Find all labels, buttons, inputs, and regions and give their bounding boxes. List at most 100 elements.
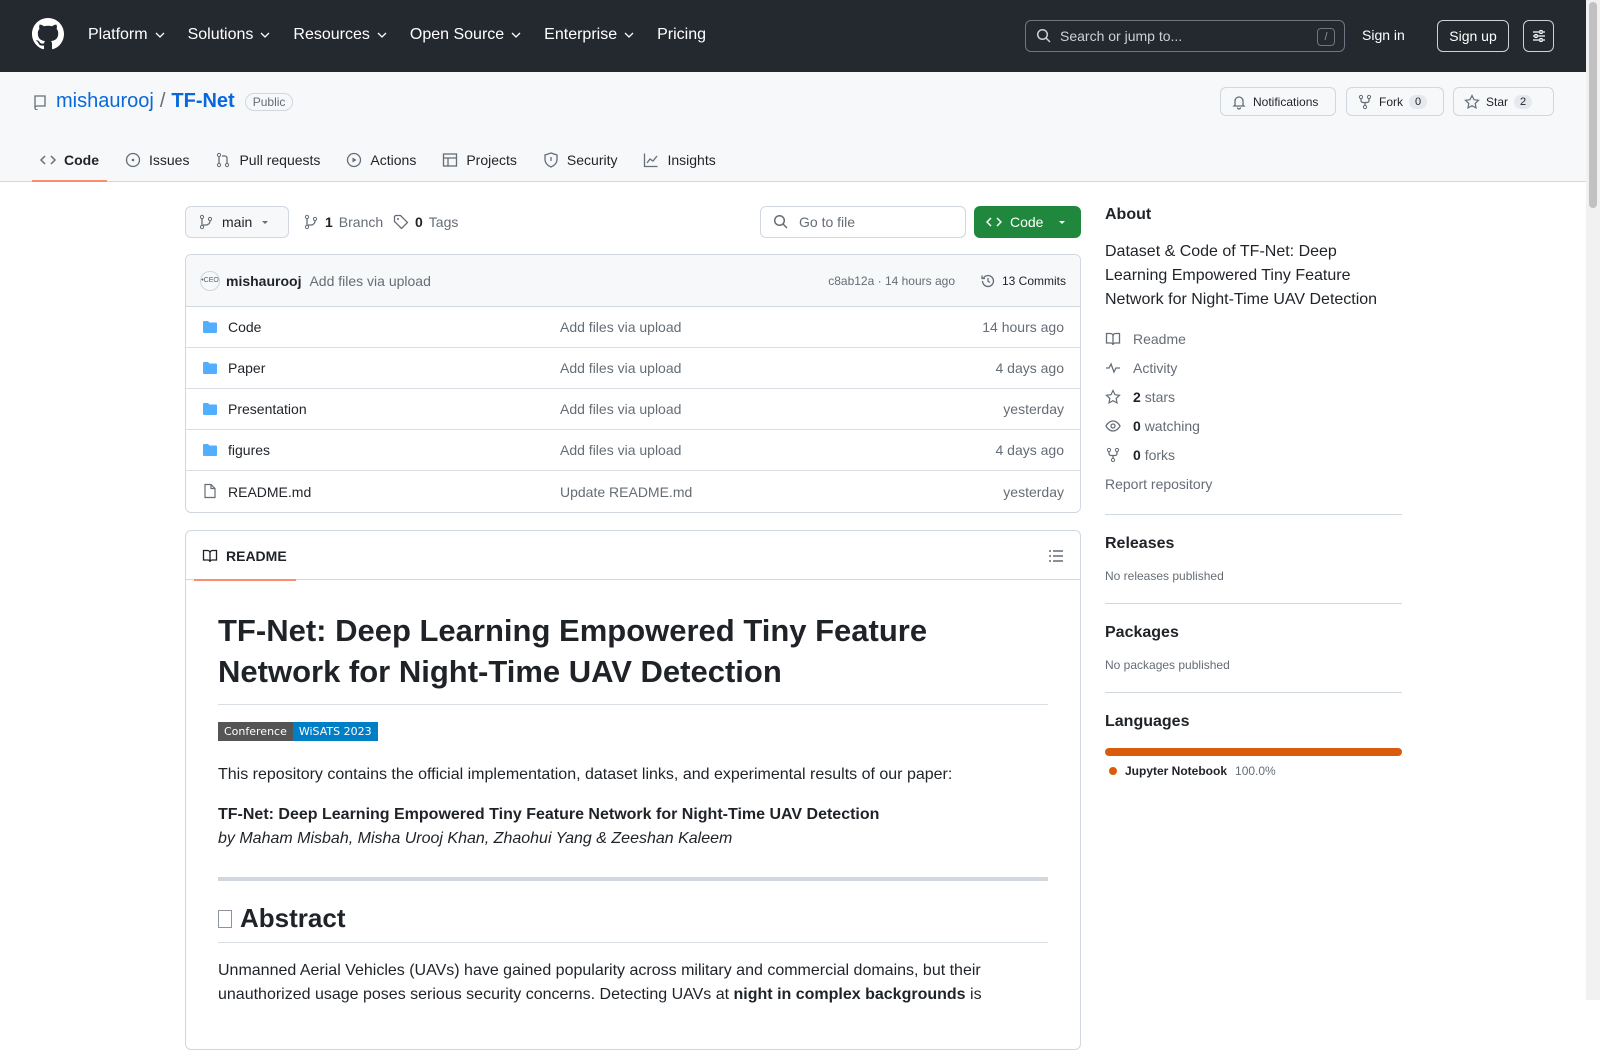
pulse-icon xyxy=(1106,361,1120,374)
divider xyxy=(1105,514,1402,515)
tags-link[interactable]: 0 Tags xyxy=(393,214,458,230)
tab-pull-requests[interactable]: Pull requests xyxy=(207,137,328,182)
paper-authors: by Maham Misbah, Misha Urooj Khan, Zhaoh… xyxy=(218,830,733,847)
outline-list-icon[interactable] xyxy=(1048,548,1064,564)
stars-link[interactable]: 2 stars xyxy=(1105,382,1402,411)
history-icon xyxy=(981,274,995,287)
file-row[interactable]: Presentation Add files via upload yesterda… xyxy=(186,389,1080,430)
caret-down-icon xyxy=(1059,221,1066,224)
folder-icon xyxy=(203,321,217,333)
divider xyxy=(218,877,1048,881)
file-name[interactable]: Presentation xyxy=(228,401,307,417)
branch-select[interactable]: main xyxy=(185,206,289,238)
repo-header: mishaurooj / TF-Net Public Notifications… xyxy=(0,72,1586,182)
commits-link[interactable]: 13 Commits xyxy=(980,273,1066,289)
notifications-button[interactable]: Notifications xyxy=(1220,87,1336,116)
sign-up-button[interactable]: Sign up xyxy=(1437,20,1509,52)
fork-button[interactable]: Fork 0 xyxy=(1346,87,1444,116)
file-commit-message[interactable]: Add files via upload xyxy=(560,401,681,417)
language-bar xyxy=(1105,748,1402,756)
file-name[interactable]: README.md xyxy=(228,484,311,500)
watching-link[interactable]: 0 watching xyxy=(1105,411,1402,440)
commit-message[interactable]: Add files via upload xyxy=(309,273,430,289)
avatar[interactable]: •CEO xyxy=(200,270,220,291)
shield-icon xyxy=(544,151,558,168)
nav-pricing[interactable]: Pricing xyxy=(657,22,706,48)
bell-icon xyxy=(1232,95,1246,110)
tab-code[interactable]: Code xyxy=(32,137,107,182)
forks-link[interactable]: 0 forks xyxy=(1105,440,1402,469)
file-name[interactable]: Code xyxy=(228,319,261,335)
file-time: yesterday xyxy=(1003,483,1064,500)
file-commit-message[interactable]: Add files via upload xyxy=(560,319,681,335)
github-logo-icon[interactable] xyxy=(32,18,64,50)
go-to-file-input[interactable]: Go to file xyxy=(760,206,966,238)
chevron-down-icon xyxy=(260,32,270,38)
chevron-down-icon xyxy=(155,32,165,38)
file-name[interactable]: figures xyxy=(228,442,270,458)
folder-icon xyxy=(203,403,217,415)
nav-solutions[interactable]: Solutions xyxy=(188,22,272,48)
readme-intro: This repository contains the official im… xyxy=(218,766,953,783)
star-icon xyxy=(1105,388,1121,404)
latest-commit-bar: •CEO mishaurooj Add files via upload c8a… xyxy=(186,255,1080,307)
branch-icon xyxy=(304,214,318,230)
file-commit-message[interactable]: Add files via upload xyxy=(560,360,681,376)
nav-enterprise[interactable]: Enterprise xyxy=(544,22,635,48)
report-repository-link[interactable]: Report repository xyxy=(1105,469,1402,498)
nav-resources[interactable]: Resources xyxy=(293,22,387,48)
code-dropdown-button[interactable]: Code xyxy=(974,206,1081,238)
file-commit-message[interactable]: Update README.md xyxy=(560,484,692,500)
sign-in-link[interactable]: Sign in xyxy=(1362,27,1405,43)
file-time: yesterday xyxy=(1003,401,1064,417)
file-time: 4 days ago xyxy=(995,360,1065,376)
repo-title: mishaurooj / TF-Net Public xyxy=(32,90,294,113)
commit-author[interactable]: mishaurooj xyxy=(226,273,301,289)
tab-actions[interactable]: Actions xyxy=(338,137,424,182)
star-button[interactable]: Star 2 xyxy=(1453,87,1554,116)
readme-content: TF-Net: Deep Learning Empowered Tiny Fea… xyxy=(186,610,1080,1007)
file-time: 4 days ago xyxy=(995,442,1065,458)
table-icon xyxy=(443,152,458,167)
readme-tab[interactable]: README xyxy=(194,531,296,581)
tag-icon xyxy=(393,214,409,230)
page-scrollbar[interactable] xyxy=(1586,0,1600,1000)
repo-owner-link[interactable]: mishaurooj xyxy=(56,90,154,113)
repo-name-link[interactable]: TF-Net xyxy=(171,90,234,113)
fork-icon xyxy=(1106,447,1120,462)
file-commit-message[interactable]: Add files via upload xyxy=(560,442,681,458)
code-icon xyxy=(40,154,56,165)
releases-heading[interactable]: Releases xyxy=(1105,535,1402,553)
file-name[interactable]: Paper xyxy=(228,360,265,376)
file-row[interactable]: Code Add files via upload 14 hours ago xyxy=(186,307,1080,348)
nav-platform[interactable]: Platform xyxy=(88,22,166,48)
file-row[interactable]: figures Add files via upload 4 days ago xyxy=(186,430,1080,471)
tab-projects[interactable]: Projects xyxy=(434,137,525,182)
menu-button[interactable] xyxy=(1523,20,1554,52)
chevron-down-icon xyxy=(511,32,521,38)
tab-insights[interactable]: Insights xyxy=(635,137,723,182)
activity-link[interactable]: Activity xyxy=(1105,353,1402,382)
file-row[interactable]: Paper Add files via upload 4 days ago xyxy=(186,348,1080,389)
tab-security[interactable]: Security xyxy=(535,137,626,182)
tab-issues[interactable]: Issues xyxy=(117,137,197,182)
conference-badge: Conference WiSATS 2023 xyxy=(218,722,378,741)
branches-link[interactable]: 1 Branch xyxy=(303,214,383,230)
scrollbar-thumb[interactable] xyxy=(1589,2,1597,208)
anchor-icon[interactable] xyxy=(218,909,232,928)
packages-heading[interactable]: Packages xyxy=(1105,624,1402,642)
file-time: 14 hours ago xyxy=(982,319,1064,335)
file-browser: •CEO mishaurooj Add files via upload c8a… xyxy=(185,254,1081,513)
global-nav: Platform Solutions Resources Open Source… xyxy=(88,22,728,48)
readme-title: TF-Net: Deep Learning Empowered Tiny Fea… xyxy=(218,610,1048,705)
branch-icon xyxy=(199,214,213,230)
commit-hash-time[interactable]: c8ab12a · 14 hours ago xyxy=(828,274,955,288)
file-row[interactable]: README.md Update README.md yesterday xyxy=(186,471,1080,512)
readme-link[interactable]: Readme xyxy=(1105,324,1402,353)
languages-heading: Languages xyxy=(1105,713,1190,730)
folder-icon xyxy=(203,444,217,456)
search-input[interactable]: Search or jump to... / xyxy=(1025,20,1345,52)
language-item[interactable]: Jupyter Notebook 100.0% xyxy=(1105,764,1402,778)
search-shortcut-key: / xyxy=(1317,28,1335,46)
nav-open-source[interactable]: Open Source xyxy=(410,22,522,48)
